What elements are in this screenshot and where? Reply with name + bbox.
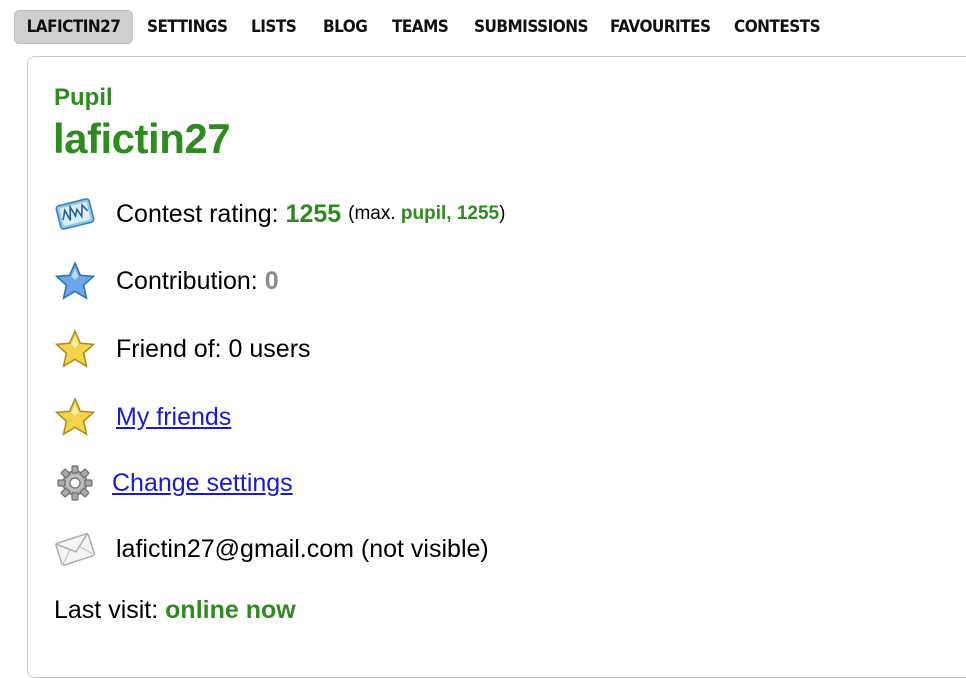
- friend-of-row: Friend of: 0 users: [52, 325, 311, 373]
- friend-of-text: Friend of: 0 users: [116, 334, 311, 363]
- contribution-value: 0: [264, 266, 279, 295]
- gold-star-icon: [52, 394, 98, 440]
- rating-label: Contest rating:: [116, 199, 279, 228]
- contribution-row: Contribution: 0: [52, 257, 279, 305]
- nav-item-submissions[interactable]: SUBMISSIONS: [474, 10, 589, 44]
- nav-item-lists[interactable]: LISTS: [251, 10, 297, 44]
- nav-item-contests[interactable]: CONTESTS: [734, 10, 821, 44]
- rating-max: (max. pupil, 1255): [348, 203, 505, 225]
- top-nav: LAFICTIN27 SETTINGS LISTS BLOG TEAMS SUB…: [0, 0, 966, 56]
- rating-chart-icon: [52, 191, 98, 237]
- last-visit-value: online now: [165, 596, 296, 624]
- gold-star-icon: [52, 326, 98, 372]
- nav-item-favourites[interactable]: FAVOURITES: [610, 10, 711, 44]
- change-settings-link[interactable]: Change settings: [112, 469, 293, 498]
- contest-rating-row: Contest rating: 1255 (max. pupil, 1255): [52, 190, 505, 238]
- my-friends-row: My friends: [52, 393, 231, 441]
- nav-item-profile[interactable]: LAFICTIN27: [14, 10, 133, 44]
- rating-max-close: ): [499, 203, 506, 224]
- user-handle: lafictin27: [53, 115, 231, 162]
- last-visit: Last visit: online now: [54, 596, 296, 625]
- rating-max-open: (max.: [348, 203, 396, 224]
- rating-value: 1255: [285, 199, 342, 228]
- gear-icon: [52, 460, 98, 506]
- envelope-icon: [52, 526, 98, 572]
- email-row: lafictin27@gmail.com (not visible): [52, 525, 489, 573]
- nav-item-settings[interactable]: SETTINGS: [147, 10, 228, 44]
- contribution-label: Contribution:: [116, 266, 258, 295]
- change-settings-row: Change settings: [52, 459, 293, 507]
- email-text: lafictin27@gmail.com (not visible): [116, 534, 489, 563]
- nav-item-teams[interactable]: TEAMS: [392, 10, 449, 44]
- last-visit-label: Last visit:: [54, 596, 159, 624]
- max-rating-value: pupil, 1255: [400, 203, 500, 224]
- nav-item-blog[interactable]: BLOG: [323, 10, 368, 44]
- my-friends-link[interactable]: My friends: [116, 403, 231, 432]
- user-rank: Pupil: [54, 84, 113, 111]
- blue-star-icon: [52, 258, 98, 304]
